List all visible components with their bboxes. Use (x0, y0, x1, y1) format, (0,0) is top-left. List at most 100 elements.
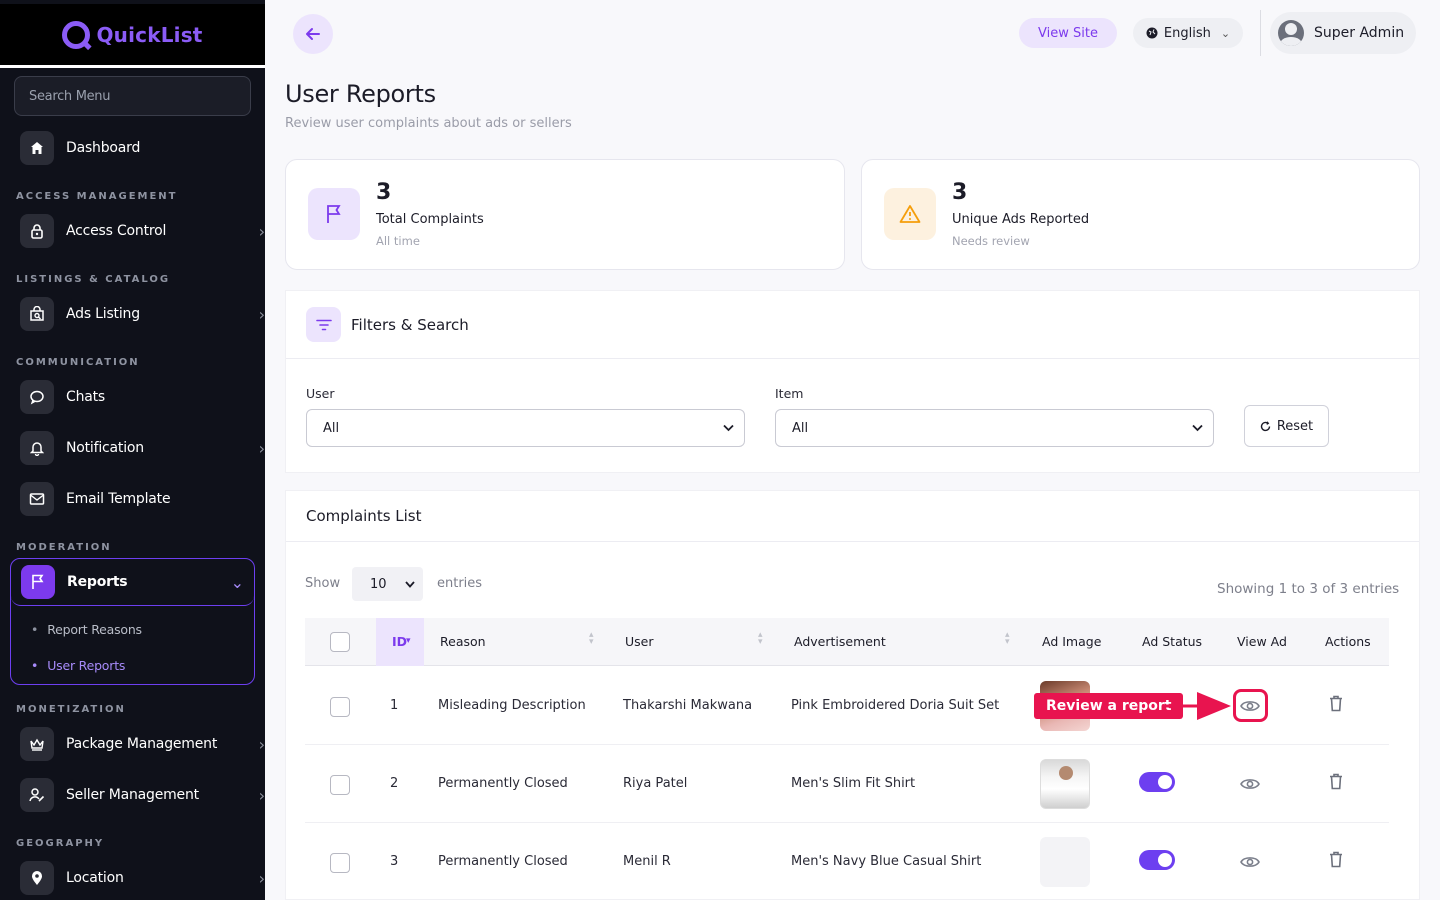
sidebar-item-label: Email Template (66, 491, 171, 507)
eye-icon[interactable] (1239, 851, 1261, 873)
location-pin-icon (20, 861, 54, 895)
row-checkbox[interactable] (330, 697, 350, 717)
sidebar-item-notification[interactable]: Notification › (20, 430, 265, 466)
column-header-advertisement[interactable]: Advertisement (794, 634, 886, 649)
chevron-down-icon (405, 578, 415, 591)
lock-icon (20, 214, 54, 248)
chat-bubble-icon (20, 380, 54, 414)
sidebar-subitem-report-reasons[interactable]: Report Reasons (11, 615, 254, 643)
delete-icon[interactable] (1329, 773, 1343, 794)
stat-card-unique-ads: 3 Unique Ads Reported Needs review (861, 159, 1420, 270)
section-moderation: MODERATION (16, 542, 112, 553)
item-filter-label: Item (775, 386, 804, 401)
table-row: 2 Permanently Closed Riya Patel Men's Sl… (305, 745, 1389, 823)
section-listings: LISTINGS & CATALOG (16, 274, 171, 285)
column-header-id[interactable]: ID (392, 634, 407, 649)
row-advertisement: Men's Navy Blue Casual Shirt (791, 854, 982, 869)
sidebar-item-label: Ads Listing (66, 306, 140, 322)
view-ad-highlight (1233, 689, 1268, 722)
delete-icon[interactable] (1329, 695, 1343, 716)
sidebar-subitem-user-reports[interactable]: User Reports (11, 651, 254, 679)
show-label: Show (305, 576, 341, 591)
row-checkbox[interactable] (330, 775, 350, 795)
sidebar-item-label: Chats (66, 389, 106, 405)
chevron-down-icon: ⌄ (1220, 26, 1231, 40)
avatar (1278, 20, 1304, 46)
entries-summary: Showing 1 to 3 of 3 entries (1217, 581, 1400, 597)
column-header-reason[interactable]: Reason (440, 634, 486, 649)
column-header-ad-status: Ad Status (1142, 634, 1203, 649)
mail-icon (20, 482, 54, 516)
sidebar-item-label: Location (66, 870, 124, 886)
filter-icon (306, 307, 341, 342)
brand-name: QuickList (96, 22, 203, 47)
sidebar-item-ads-listing[interactable]: Ads Listing › (20, 296, 265, 332)
bag-search-icon (20, 297, 54, 331)
row-reason: Misleading Description (438, 698, 586, 713)
sidebar-item-label: Package Management (66, 736, 218, 752)
stat-label: Unique Ads Reported (952, 212, 1090, 227)
reset-button[interactable]: Reset (1244, 405, 1329, 447)
stat-hint: All time (376, 234, 420, 248)
crown-icon (20, 727, 54, 761)
chevron-right-icon: › (258, 785, 265, 805)
row-id: 2 (390, 776, 399, 791)
section-geography: GEOGRAPHY (16, 838, 105, 849)
column-header-user[interactable]: User (625, 634, 654, 649)
chevron-down-icon (1192, 421, 1203, 435)
row-advertisement: Pink Embroidered Doria Suit Set (791, 698, 1000, 713)
row-checkbox[interactable] (330, 853, 350, 873)
row-user: Riya Patel (623, 776, 688, 791)
filters-title: Filters & Search (351, 315, 469, 334)
user-filter-select[interactable]: All (306, 409, 745, 447)
sidebar-item-label: Seller Management (66, 787, 199, 803)
chevron-right-icon: › (258, 304, 265, 324)
search-menu-input[interactable]: Search Menu (14, 76, 251, 116)
select-all-checkbox[interactable] (330, 632, 350, 652)
chevron-right-icon: › (258, 221, 265, 241)
topbar-divider (1260, 10, 1261, 56)
sidebar-item-dashboard[interactable]: Dashboard (20, 130, 140, 166)
eye-icon[interactable] (1239, 773, 1261, 795)
column-header-ad-image: Ad Image (1042, 634, 1102, 649)
ad-status-toggle[interactable] (1139, 850, 1175, 870)
sidebar-item-label: Reports (67, 574, 128, 590)
language-selector[interactable]: English ⌄ (1133, 18, 1243, 48)
stat-value: 3 (376, 180, 392, 205)
sort-icon: ▴ ▾ (1005, 630, 1010, 647)
column-header-actions: Actions (1325, 634, 1371, 649)
ad-status-toggle[interactable] (1139, 772, 1175, 792)
filters-header: Filters & Search (286, 291, 1419, 359)
sidebar-item-location[interactable]: Location › (20, 860, 265, 896)
sidebar-item-seller-management[interactable]: Seller Management › (20, 777, 265, 813)
stat-label: Total Complaints (376, 212, 484, 227)
sort-icon: ▴ ▾ (758, 630, 763, 647)
section-monetization: MONETIZATION (16, 704, 126, 715)
ad-thumbnail[interactable] (1040, 837, 1090, 887)
sidebar-item-email-template[interactable]: Email Template (20, 481, 171, 517)
view-site-button[interactable]: View Site (1019, 18, 1117, 48)
complaints-title: Complaints List (286, 491, 1419, 542)
row-reason: Permanently Closed (438, 854, 568, 869)
page-size-select[interactable]: 10 (352, 567, 423, 601)
sidebar-item-reports[interactable]: Reports ⌄ (11, 559, 254, 606)
filters-panel: Filters & Search User All Item All Reset (285, 290, 1420, 473)
row-id: 3 (390, 854, 399, 869)
language-label: English (1163, 25, 1211, 41)
sidebar-item-chats[interactable]: Chats (20, 379, 105, 415)
sidebar-group-reports: Reports ⌄ Report Reasons User Reports (10, 558, 255, 685)
stat-hint: Needs review (952, 234, 1030, 248)
row-reason: Permanently Closed (438, 776, 568, 791)
item-filter-select[interactable]: All (775, 409, 1214, 447)
ad-thumbnail[interactable] (1040, 759, 1090, 809)
user-filter-label: User (306, 386, 335, 401)
brand-logo[interactable]: QuickList (0, 4, 265, 68)
flag-icon (308, 188, 360, 240)
user-menu[interactable]: Super Admin (1270, 12, 1416, 54)
sidebar-item-package-management[interactable]: Package Management › (20, 726, 265, 762)
flag-icon (21, 565, 55, 599)
sidebar-item-access-control[interactable]: Access Control › (20, 213, 265, 249)
bell-icon (20, 431, 54, 465)
delete-icon[interactable] (1329, 851, 1343, 872)
back-button[interactable] (293, 14, 333, 54)
